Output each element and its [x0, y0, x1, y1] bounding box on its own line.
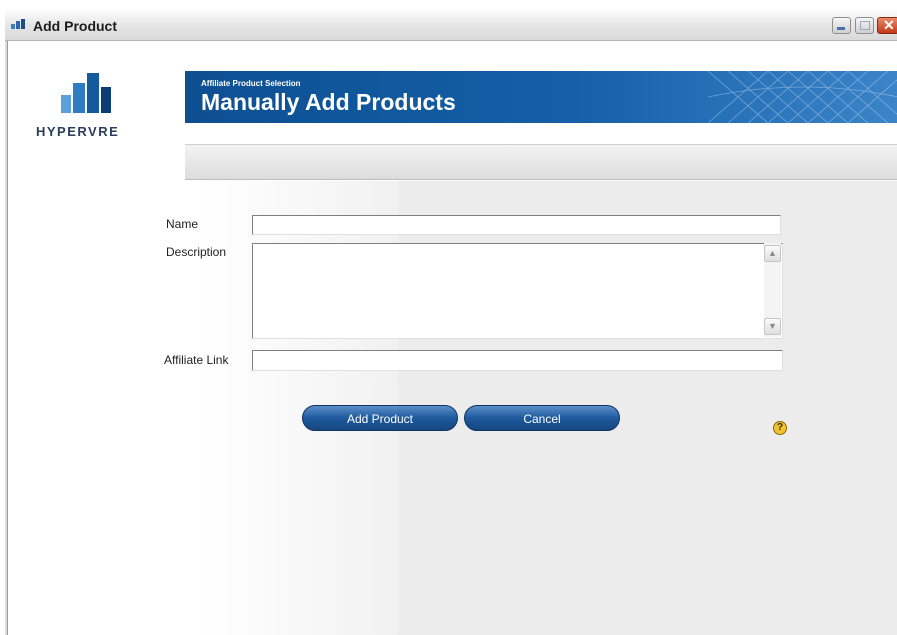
affiliate-link-input[interactable] [252, 350, 783, 371]
app-icon [11, 19, 25, 29]
affiliate-link-label: Affiliate Link [164, 353, 229, 367]
name-input[interactable] [252, 215, 781, 235]
cancel-button[interactable]: Cancel [464, 405, 620, 431]
add-product-window: Add Product ✕ HYPERVRE Affiliate Product… [5, 10, 897, 635]
banner-decoration [708, 71, 897, 123]
window-title: Add Product [33, 18, 117, 34]
name-label: Name [166, 217, 199, 231]
title-bar[interactable]: Add Product ✕ [5, 10, 897, 41]
header: HYPERVRE Affiliate Product Selection Man… [8, 41, 897, 181]
minimize-icon[interactable] [832, 17, 851, 34]
scroll-down-icon[interactable]: ▼ [764, 318, 781, 335]
page-title: Manually Add Products [201, 89, 456, 115]
add-product-button[interactable]: Add Product [302, 405, 458, 431]
window-client-area: HYPERVRE Affiliate Product Selection Man… [7, 41, 897, 635]
toolbar-strip [185, 144, 897, 180]
scroll-up-icon[interactable]: ▲ [764, 245, 781, 262]
help-icon[interactable]: ? [773, 421, 787, 435]
maximize-icon[interactable] [855, 17, 874, 34]
banner-subtitle: Affiliate Product Selection [201, 79, 301, 88]
banner: Affiliate Product Selection Manually Add… [185, 71, 897, 123]
close-glyph: ✕ [883, 17, 895, 33]
close-icon[interactable]: ✕ [877, 17, 897, 34]
description-label: Description [166, 245, 227, 259]
logo-text: HYPERVRE [36, 124, 120, 139]
description-scrollbar[interactable]: ▲ ▼ [764, 243, 781, 337]
description-textarea[interactable] [252, 243, 783, 339]
form-area: Name Description ▲ ▼ Affiliate Link Add … [8, 181, 897, 635]
logo-icon [61, 73, 111, 113]
